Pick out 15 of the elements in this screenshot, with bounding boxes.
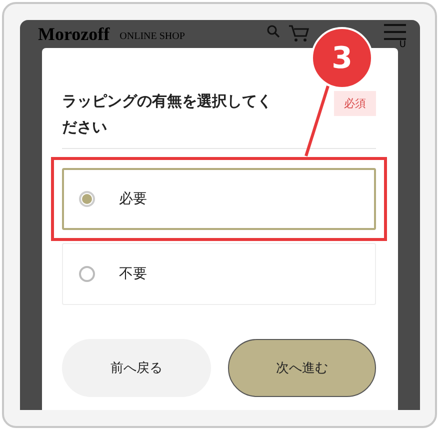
radio-option[interactable]: 必要	[62, 168, 376, 230]
next-button[interactable]: 次へ進む	[228, 339, 376, 397]
option-label: 必要	[119, 190, 147, 208]
required-badge: 必須	[334, 91, 376, 116]
logo-subtitle: ONLINE SHOP	[120, 31, 185, 42]
search-icon[interactable]	[266, 24, 280, 38]
radio-option[interactable]: 不要	[62, 243, 376, 305]
cart-icon[interactable]	[288, 24, 310, 42]
back-button[interactable]: 前へ戻る	[62, 339, 210, 397]
menu-label: U	[399, 41, 406, 50]
question-title: ラッピングの有無を選択してください	[62, 91, 273, 138]
option-label: 不要	[119, 265, 147, 283]
radio-button[interactable]	[79, 266, 95, 282]
menu-icon[interactable]	[384, 24, 406, 40]
radio-button[interactable]	[79, 191, 95, 207]
